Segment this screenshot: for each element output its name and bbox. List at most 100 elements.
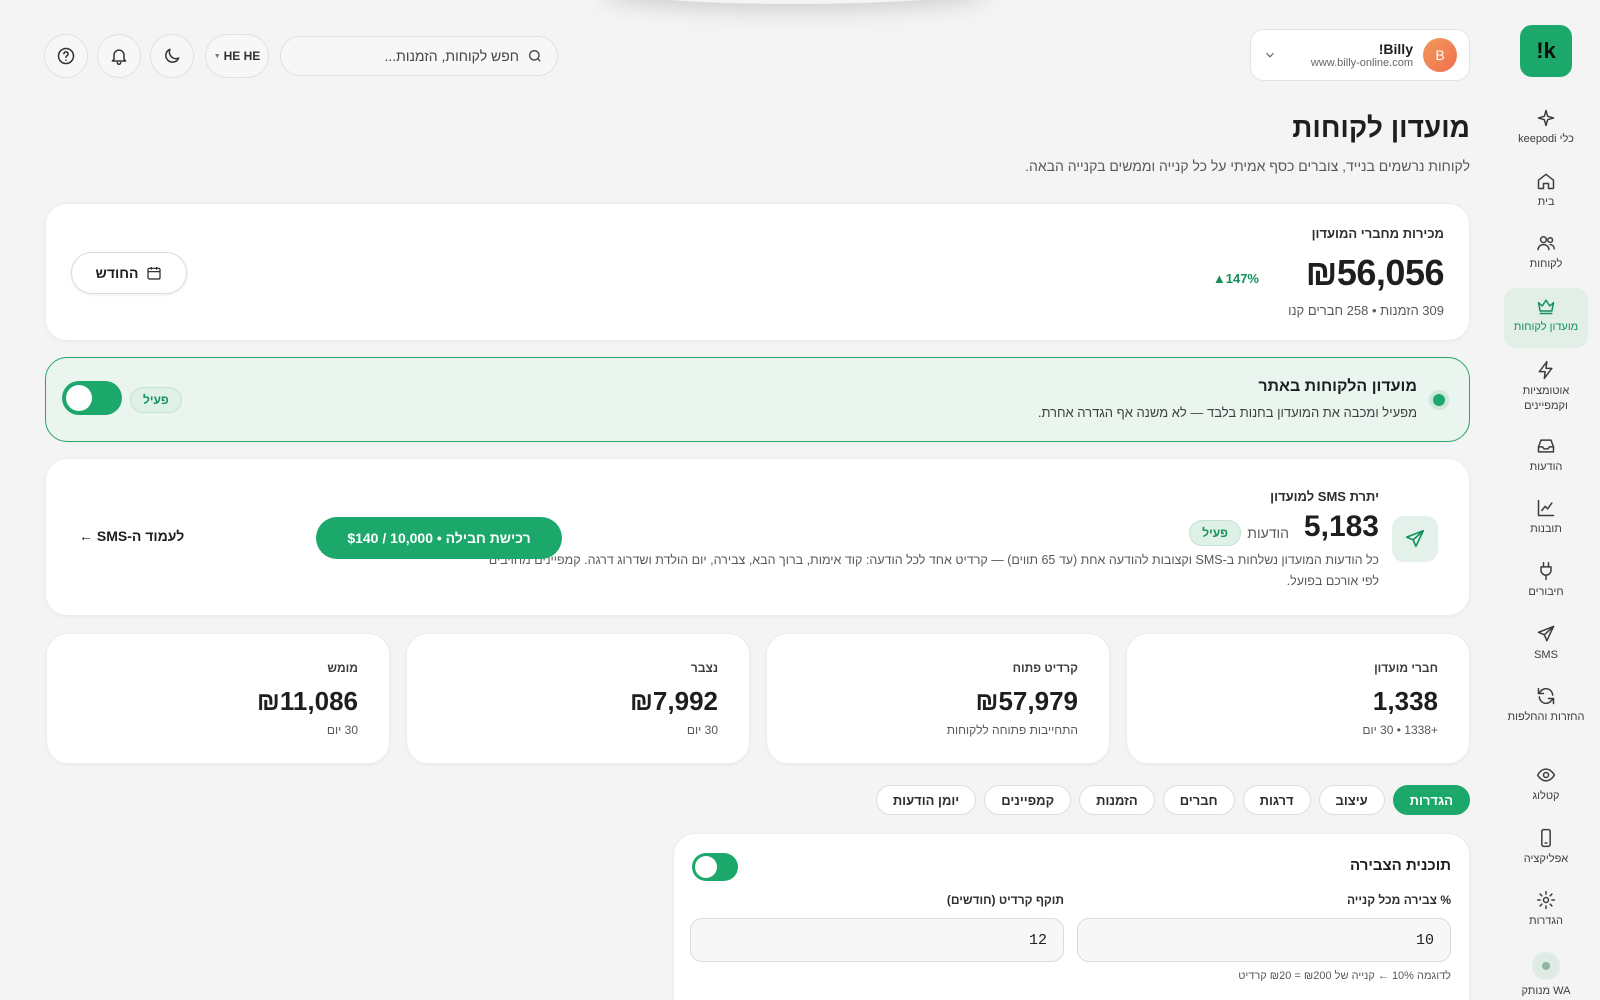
status-badge: פעיל bbox=[1189, 520, 1241, 546]
calendar-icon bbox=[147, 267, 162, 280]
sidebar-item-settings[interactable]: הגדרות bbox=[1504, 882, 1588, 937]
store-switcher[interactable]: B Billy! www.billy-online.com bbox=[1250, 29, 1470, 81]
accrual-toggle[interactable] bbox=[692, 853, 738, 881]
sidebar-item-wa-status[interactable]: WA מנותק bbox=[1504, 944, 1588, 1000]
sidebar-item-messages[interactable]: הודעות bbox=[1504, 428, 1588, 483]
page-subtitle: לקוחות נרשמים בנייד, צוברים כסף אמיתי על… bbox=[1025, 158, 1470, 174]
sidebar-item-label: לקוחות bbox=[1529, 258, 1563, 270]
sidebar-item-label: אוטומציות וקמפיינים bbox=[1522, 385, 1570, 412]
sms-balance-label: יתרת SMS למועדון bbox=[1270, 489, 1379, 504]
sidebar-item-label: אפליקציה bbox=[1523, 853, 1569, 865]
tab-orders[interactable]: הזמנות bbox=[1079, 785, 1155, 815]
floating-panel-shadow bbox=[600, 0, 990, 4]
language-label: HE HE bbox=[223, 49, 261, 63]
store-url: www.billy-online.com bbox=[1310, 57, 1413, 69]
sidebar-item-keepodi-tools[interactable]: כלי keepodi bbox=[1504, 100, 1588, 155]
sidebar-item-home[interactable]: בית bbox=[1504, 163, 1588, 218]
chevron-down-icon bbox=[1266, 52, 1274, 58]
stat-card-open-credit: קרדיט פתוח ₪57,979 התחייבות פתוחה ללקוחו… bbox=[766, 633, 1110, 764]
stat-value: ₪11,086 bbox=[256, 686, 358, 716]
avatar: B bbox=[1423, 38, 1457, 72]
site-club-description: מפעיל ומכבה את המועדון בחנות בלבד — לא מ… bbox=[1037, 405, 1417, 420]
inbox-icon bbox=[1537, 439, 1555, 453]
language-switcher[interactable]: ▼ HE HE bbox=[205, 34, 269, 78]
users-icon bbox=[1537, 236, 1555, 251]
sidebar-item-label: החזרות והחלפות bbox=[1507, 711, 1585, 723]
sms-page-link[interactable]: לעמוד ה-SMS ← bbox=[79, 528, 184, 544]
tab-tiers[interactable]: דרגות bbox=[1242, 785, 1311, 815]
tab-settings[interactable]: הגדרות bbox=[1392, 785, 1470, 815]
sales-growth-badge: ▲147% bbox=[1212, 271, 1259, 286]
search-icon bbox=[529, 50, 541, 62]
percent-input[interactable] bbox=[1077, 918, 1451, 962]
search-bar[interactable] bbox=[280, 36, 558, 76]
sms-balance-count: 5,183 bbox=[1303, 510, 1379, 543]
notifications-button[interactable] bbox=[97, 34, 141, 78]
sales-label: מכירות מחברי המועדון bbox=[1311, 226, 1444, 241]
expiry-label: תוקף קרדיט (חודשים) bbox=[946, 893, 1064, 907]
tab-design[interactable]: עיצוב bbox=[1318, 785, 1385, 815]
stat-card-accrued: נצבר ₪7,992 30 יום bbox=[406, 633, 750, 764]
sidebar-item-loyalty-club[interactable]: מועדון לקוחות bbox=[1504, 288, 1588, 348]
sidebar-item-label: WA מנותק bbox=[1521, 985, 1571, 997]
sparkle-icon bbox=[1537, 109, 1555, 127]
sales-value: ₪56,056 bbox=[1305, 252, 1445, 293]
club-sales-card: מכירות מחברי המועדון ₪56,056 ▲147% 309 ה… bbox=[45, 203, 1470, 341]
sidebar-item-app[interactable]: אפליקציה bbox=[1504, 820, 1588, 875]
stat-sub: +1338 • 30 יום bbox=[1362, 723, 1438, 737]
bolt-icon bbox=[1538, 360, 1553, 380]
status-badge: פעיל bbox=[130, 387, 182, 413]
sidebar-item-catalog[interactable]: קטלוג bbox=[1504, 757, 1588, 812]
sidebar-item-sms[interactable]: SMS bbox=[1504, 616, 1588, 671]
bell-icon bbox=[111, 49, 127, 66]
club-tabs: הגדרות עיצוב דרגות חברים הזמנות קמפיינים… bbox=[875, 785, 1470, 815]
send-icon bbox=[1537, 625, 1555, 642]
sidebar-item-label: הודעות bbox=[1529, 461, 1563, 473]
phone-icon bbox=[1541, 828, 1551, 848]
expiry-input[interactable] bbox=[690, 918, 1064, 962]
send-icon bbox=[1392, 516, 1438, 562]
help-button[interactable] bbox=[44, 34, 88, 78]
stat-value: ₪7,992 bbox=[629, 686, 718, 716]
period-label: החודש bbox=[95, 265, 139, 281]
stat-sub: 30 יום bbox=[326, 723, 358, 737]
sidebar-item-automations[interactable]: אוטומציות וקמפיינים bbox=[1504, 352, 1588, 422]
sidebar-item-label: SMS bbox=[1534, 649, 1558, 661]
site-club-title: מועדון הלקוחות באתר bbox=[1258, 378, 1417, 395]
moon-icon bbox=[165, 48, 180, 63]
sidebar-item-returns[interactable]: החזרות והחלפות bbox=[1504, 678, 1588, 733]
tab-message-log[interactable]: יומן הודעות bbox=[875, 785, 977, 815]
stat-label: קרדיט פתוח bbox=[1012, 661, 1078, 675]
stat-card-redeemed: מומש ₪11,086 30 יום bbox=[46, 633, 390, 764]
sidebar-item-label: הגדרות bbox=[1528, 915, 1564, 927]
sidebar-item-label: תובנות bbox=[1530, 523, 1562, 535]
chevron-down-icon: ▼ bbox=[213, 52, 221, 60]
sidebar-item-integrations[interactable]: חיבורים bbox=[1504, 553, 1588, 608]
sidebar-item-label: בית bbox=[1537, 196, 1555, 208]
help-icon bbox=[57, 47, 75, 65]
percent-label: % צבירה מכל קנייה bbox=[1346, 893, 1451, 907]
tab-campaigns[interactable]: קמפיינים bbox=[984, 785, 1072, 815]
wa-status-icon bbox=[1532, 952, 1560, 980]
sales-meta: 309 הזמנות • 258 חברים קנו bbox=[1288, 303, 1444, 318]
app-logo[interactable]: !k bbox=[1520, 25, 1572, 77]
sidebar-item-customers[interactable]: לקוחות bbox=[1504, 225, 1588, 280]
sms-balance-unit: הודעות bbox=[1247, 525, 1289, 541]
sidebar-item-insights[interactable]: תובנות bbox=[1504, 490, 1588, 545]
page-title: מועדון לקוחות bbox=[1292, 112, 1470, 143]
accrual-hint: לדוגמה 10% ← קנייה של ₪200 = ₪20 קרדיט bbox=[1238, 970, 1451, 982]
sidebar-item-label: מועדון לקוחות bbox=[1513, 321, 1579, 333]
plug-icon bbox=[1540, 561, 1552, 581]
sidebar-item-label: קטלוג bbox=[1532, 790, 1560, 802]
sms-balance-card: יתרת SMS למועדון 5,183 הודעות פעיל כל הו… bbox=[45, 458, 1470, 616]
tab-members[interactable]: חברים bbox=[1162, 785, 1235, 815]
eye-icon bbox=[1536, 768, 1556, 782]
dark-mode-button[interactable] bbox=[150, 34, 194, 78]
period-button[interactable]: החודש bbox=[71, 252, 187, 294]
stat-value: ₪57,979 bbox=[975, 686, 1078, 716]
site-club-toggle[interactable] bbox=[62, 381, 122, 415]
stat-sub: התחייבות פתוחה ללקוחות bbox=[946, 723, 1078, 737]
chart-icon bbox=[1537, 499, 1555, 517]
buy-sms-package-button[interactable]: רכישת חבילה • 10,000 / $140 bbox=[316, 517, 562, 559]
search-input[interactable] bbox=[295, 48, 519, 64]
